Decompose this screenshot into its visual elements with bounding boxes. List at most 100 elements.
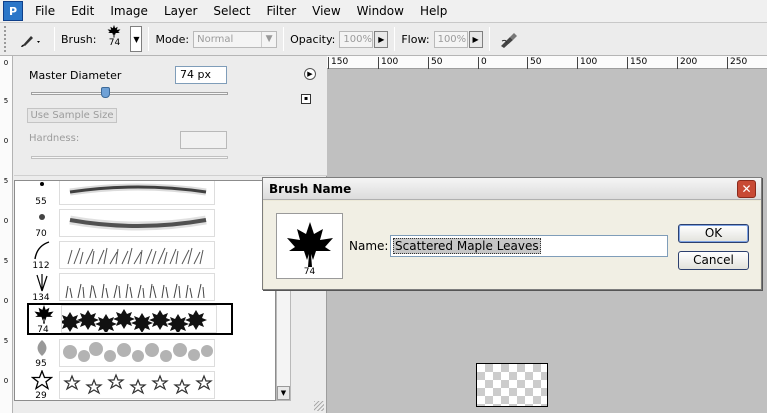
brush-size: 112 <box>32 261 50 271</box>
tool-preset-picker[interactable] <box>14 27 48 51</box>
menu-filter[interactable]: Filter <box>258 0 304 23</box>
stroke-preview <box>59 209 215 237</box>
opacity-field[interactable]: 100% <box>339 30 374 48</box>
brush-name-input[interactable]: Scattered Maple Leaves <box>390 235 668 257</box>
ruler-label: 250 <box>727 57 747 69</box>
ruler-label: 150 <box>627 57 647 69</box>
horizontal-ruler: 150 100 50 0 50 100 150 200 250 <box>327 56 767 69</box>
leaf-brush-icon <box>37 340 47 356</box>
brush-size: 134 <box>32 293 50 303</box>
ruler-label: 0 <box>3 137 9 145</box>
ruler-label: 200 <box>677 57 697 69</box>
star-brush-icon <box>31 370 53 390</box>
menu-file[interactable]: File <box>27 0 63 23</box>
scroll-down-arrow-icon[interactable]: ▼ <box>277 386 290 400</box>
flow-slider-button[interactable]: ▶ <box>468 30 483 48</box>
resize-grip-icon[interactable] <box>314 401 324 411</box>
vertical-ruler: 0 5 0 5 0 5 0 5 0 <box>0 56 13 413</box>
brush-size: 74 <box>37 325 49 335</box>
stroke-preview <box>61 305 217 333</box>
options-bar-grip[interactable] <box>4 26 10 52</box>
ruler-label: 5 <box>3 337 9 345</box>
brush-size: 29 <box>35 391 47 401</box>
opacity-label: Opacity: <box>290 32 336 46</box>
airbrush-icon <box>500 33 517 48</box>
brush-tip: 74 <box>29 303 59 335</box>
ruler-label: 0 <box>478 57 487 69</box>
menu-window[interactable]: Window <box>349 0 412 23</box>
brush-list: 55 70 112 134 74 95 29 <box>14 180 276 401</box>
ruler-label: 0 <box>3 297 9 305</box>
options-bar: Brush: 74 ▼ Mode: Normal ▼ Opacity: 100%… <box>0 23 767 56</box>
brush-list-item[interactable]: 70 <box>27 207 233 239</box>
stroke-preview <box>59 339 215 367</box>
stroke-preview <box>59 241 215 269</box>
brush-list-item[interactable]: 29 <box>27 369 233 401</box>
menu-help[interactable]: Help <box>412 0 455 23</box>
menu-view[interactable]: View <box>304 0 348 23</box>
separator <box>488 27 490 51</box>
airbrush-toggle[interactable] <box>496 27 522 51</box>
master-diameter-slider[interactable] <box>31 87 228 98</box>
ruler-label: 5 <box>3 257 9 265</box>
hardness-input[interactable] <box>180 131 227 149</box>
close-icon[interactable]: ✕ <box>737 180 756 198</box>
chevron-down-icon: ▼ <box>261 31 276 47</box>
separator <box>148 27 150 51</box>
master-diameter-input[interactable]: 74 px <box>175 66 227 84</box>
menu-select[interactable]: Select <box>205 0 258 23</box>
stroke-preview <box>59 181 215 205</box>
transparent-canvas[interactable] <box>476 363 548 407</box>
brush-tip-preview: 74 <box>276 213 343 279</box>
brush-name-dialog: Brush Name ✕ 74 Name: Scattered Maple Le… <box>262 177 762 290</box>
brush-size: 95 <box>35 359 47 369</box>
photoshop-logo-icon[interactable]: P <box>3 1 23 21</box>
brush-list-item[interactable]: 134 <box>27 271 233 303</box>
hardness-slider[interactable] <box>31 156 228 159</box>
stroke-preview <box>59 371 215 399</box>
ruler-label: 50 <box>428 57 442 69</box>
mode-label: Mode: <box>155 32 190 46</box>
menu-layer[interactable]: Layer <box>156 0 205 23</box>
brush-tip: 29 <box>27 369 57 401</box>
use-sample-size-button[interactable]: Use Sample Size <box>27 108 117 123</box>
separator <box>283 27 285 51</box>
brush-list-item[interactable]: 95 <box>27 337 233 369</box>
cancel-button[interactable]: Cancel <box>678 251 749 270</box>
mode-select[interactable]: Normal ▼ <box>193 30 278 48</box>
brush-tool-icon <box>21 36 40 47</box>
ruler-label: 100 <box>378 57 398 69</box>
separator <box>394 27 396 51</box>
maple-leaf-icon <box>34 304 54 324</box>
new-brush-icon[interactable]: ▪ <box>301 94 311 104</box>
brush-list-item[interactable]: 55 <box>27 181 233 207</box>
mode-value: Normal <box>197 33 234 45</box>
dialog-title: Brush Name <box>263 178 761 200</box>
dot-brush-icon <box>39 214 45 220</box>
brush-tip: 70 <box>27 207 57 239</box>
menu-edit[interactable]: Edit <box>63 0 102 23</box>
dot-brush-icon <box>40 182 44 186</box>
brush-preview[interactable]: 74 <box>100 24 128 54</box>
ruler-label: 5 <box>3 177 9 185</box>
opacity-slider-button[interactable]: ▶ <box>374 30 389 48</box>
ruler-label: 100 <box>577 57 597 69</box>
brush-size-value: 74 <box>108 38 121 48</box>
menu-image[interactable]: Image <box>102 0 156 23</box>
hardness-label: Hardness: <box>29 133 80 144</box>
maple-leaf-icon <box>287 222 333 267</box>
menu-bar: P File Edit Image Layer Select Filter Vi… <box>0 0 767 23</box>
brush-label: Brush: <box>61 32 97 46</box>
brush-tip: 112 <box>27 239 57 271</box>
brush-name-value: Scattered Maple Leaves <box>393 238 541 254</box>
brush-picker-dropdown[interactable]: ▼ <box>130 26 143 52</box>
ruler-label: 5 <box>3 97 9 105</box>
flow-field[interactable]: 100% <box>433 30 468 48</box>
panel-menu-button[interactable]: ▶ <box>304 68 316 80</box>
slider-thumb[interactable] <box>101 87 110 98</box>
preview-size: 74 <box>303 267 316 277</box>
ok-button[interactable]: OK <box>678 224 749 243</box>
brush-list-item[interactable]: 112 <box>27 239 233 271</box>
brush-list-item-selected[interactable]: 74 <box>27 303 233 335</box>
ruler-label: 0 <box>3 377 9 385</box>
